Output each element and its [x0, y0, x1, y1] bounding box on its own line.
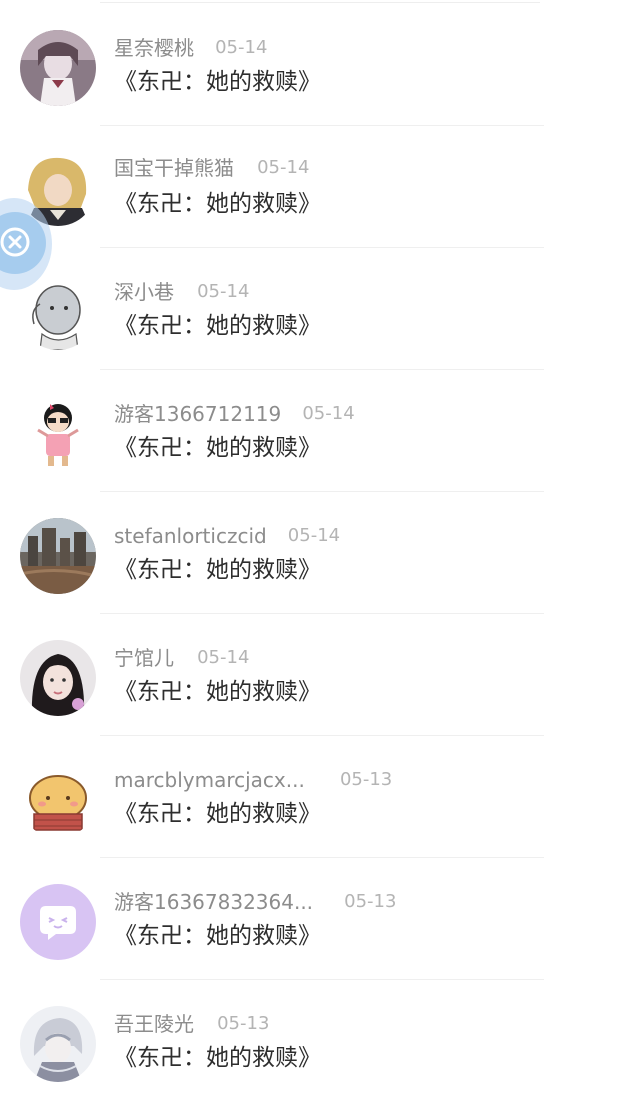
bread-mascot-avatar [20, 762, 96, 838]
username[interactable]: 吾王陵光 [114, 1010, 194, 1038]
close-x-icon [0, 227, 30, 257]
list-item[interactable]: stefanlorticzcid 05-14 《东卍：她的救赎》 [0, 492, 640, 614]
avatar[interactable] [20, 762, 96, 838]
anime-girl-avatar [20, 30, 96, 106]
avatar[interactable] [20, 884, 96, 960]
comment-meta: 游客16367832364... 05-13 [114, 888, 396, 916]
comment-date: 05-14 [215, 37, 268, 58]
comment-date: 05-14 [287, 525, 341, 546]
comment-meta: 国宝干掉熊猫 05-14 [114, 154, 309, 182]
list-item[interactable]: 吾王陵光 05-13 《东卍：她的救赎》 [0, 980, 640, 1102]
floating-button-core [0, 212, 46, 274]
comment-title[interactable]: 《东卍：她的救赎》 [114, 310, 321, 342]
list-item[interactable]: 深小巷 05-14 《东卍：她的救赎》 [0, 248, 640, 370]
list-item[interactable]: marcblymarcjacx... 05-13 《东卍：她的救赎》 [0, 736, 640, 858]
username[interactable]: 宁馆儿 [114, 644, 174, 672]
comment-date: 05-14 [302, 403, 355, 424]
list-item[interactable]: 星奈樱桃 05-14 《东卍：她的救赎》 [0, 4, 640, 126]
comment-date: 05-14 [257, 157, 310, 178]
cartoon-girl-avatar [20, 396, 96, 472]
comment-title[interactable]: 《东卍：她的救赎》 [114, 432, 321, 464]
comment-title[interactable]: 《东卍：她的救赎》 [114, 1042, 321, 1074]
username[interactable]: 星奈樱桃 [114, 34, 194, 62]
comment-meta: marcblymarcjacx... 05-13 [114, 766, 392, 794]
default-chat-avatar [20, 884, 96, 960]
comment-date: 05-13 [339, 769, 393, 790]
list-item[interactable]: 游客1366712119 05-14 《东卍：她的救赎》 [0, 370, 640, 492]
comment-title[interactable]: 《东卍：她的救赎》 [114, 920, 321, 952]
avatar[interactable] [20, 1006, 96, 1082]
username[interactable]: marcblymarcjacx... [114, 766, 305, 794]
avatar[interactable] [20, 640, 96, 716]
comment-meta: 星奈樱桃 05-14 [114, 34, 267, 62]
avatar[interactable] [20, 30, 96, 106]
comment-date: 05-13 [344, 891, 397, 912]
girl-photo-avatar [20, 640, 96, 716]
sketch-character-avatar [20, 274, 96, 350]
username[interactable]: 深小巷 [114, 278, 174, 306]
comment-date: 05-14 [197, 647, 250, 668]
top-divider [100, 2, 540, 3]
comment-meta: stefanlorticzcid 05-14 [114, 522, 340, 550]
avatar[interactable] [20, 274, 96, 350]
username[interactable]: 游客1366712119 [114, 400, 281, 428]
comment-title[interactable]: 《东卍：她的救赎》 [114, 676, 321, 708]
avatar[interactable] [20, 396, 96, 472]
comment-date: 05-14 [197, 281, 250, 302]
avatar[interactable] [20, 518, 96, 594]
comment-meta: 深小巷 05-14 [114, 278, 249, 306]
white-hair-character-avatar [20, 1006, 96, 1082]
comment-title[interactable]: 《东卍：她的救赎》 [114, 188, 321, 220]
comment-title[interactable]: 《东卍：她的救赎》 [114, 798, 321, 830]
list-item[interactable]: 宁馆儿 05-14 《东卍：她的救赎》 [0, 614, 640, 736]
list-item[interactable]: 国宝干掉熊猫 05-14 《东卍：她的救赎》 [0, 126, 640, 248]
comment-meta: 游客1366712119 05-14 [114, 400, 355, 428]
comment-meta: 吾王陵光 05-13 [114, 1010, 269, 1038]
list-item[interactable]: 游客16367832364... 05-13 《东卍：她的救赎》 [0, 858, 640, 980]
username[interactable]: 游客16367832364... [114, 888, 313, 916]
username[interactable]: 国宝干掉熊猫 [114, 154, 234, 182]
comment-title[interactable]: 《东卍：她的救赎》 [114, 66, 321, 98]
comment-meta: 宁馆儿 05-14 [114, 644, 249, 672]
comment-date: 05-13 [217, 1013, 270, 1034]
city-photo-avatar [20, 518, 96, 594]
username[interactable]: stefanlorticzcid [114, 522, 267, 550]
comment-title[interactable]: 《东卍：她的救赎》 [114, 554, 321, 586]
